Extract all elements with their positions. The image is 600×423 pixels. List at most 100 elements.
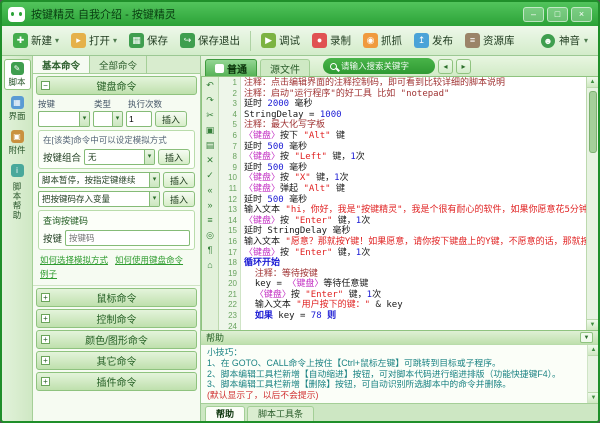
code-line[interactable]: 循环开始 xyxy=(244,258,586,269)
repeat-count-input[interactable] xyxy=(126,111,152,127)
scroll-up-icon[interactable]: ▲ xyxy=(587,77,599,88)
sidebar-item-attachment[interactable]: ▣ 附件 xyxy=(4,127,31,158)
tab-help[interactable]: 帮助 xyxy=(205,406,245,421)
indent-icon[interactable]: » xyxy=(203,198,217,212)
code-line[interactable]: 注释：点击编辑界面的注释控制码，即可看到比较详细的脚本说明 xyxy=(244,78,586,89)
tab-basic-commands[interactable]: 基本命令 xyxy=(33,56,90,73)
home-icon[interactable]: ⌂ xyxy=(203,258,217,272)
key-combo-value: 无 xyxy=(88,151,97,163)
record-button[interactable]: ● 录制 xyxy=(307,30,356,51)
code-line[interactable]: 延时 StringDelay 毫秒 xyxy=(244,226,586,237)
redo-icon[interactable]: ↷ xyxy=(203,93,217,107)
minimize-button[interactable]: – xyxy=(523,7,544,22)
copy-icon[interactable]: ▣ xyxy=(203,123,217,137)
scrollbar-thumb[interactable] xyxy=(589,91,597,153)
debug-button[interactable]: ▶ 调试 xyxy=(256,30,305,51)
outdent-icon[interactable]: « xyxy=(203,183,217,197)
delete-icon[interactable]: ✕ xyxy=(203,153,217,167)
section-color-commands[interactable]: + 颜色/图形命令 xyxy=(36,330,197,349)
tab-all-commands[interactable]: 全部命令 xyxy=(90,56,147,73)
store-keycode-select[interactable]: 把按键码存入变量 ▾ xyxy=(38,191,160,207)
find-icon[interactable]: ◎ xyxy=(203,228,217,242)
link-choose-simulation[interactable]: 如何选择模拟方式 xyxy=(40,254,108,266)
code-line[interactable]: key = 〈键盘〉等待任意键 xyxy=(244,279,586,290)
tab-normal-view[interactable]: 普通 xyxy=(205,59,257,76)
user-account-button[interactable]: ☻ 神音 ▾ xyxy=(537,31,592,50)
undo-icon[interactable]: ↶ xyxy=(203,78,217,92)
find-prev-button[interactable]: ◂ xyxy=(438,59,453,74)
expand-icon[interactable]: + xyxy=(41,377,50,386)
collapse-help-button[interactable]: ▼ xyxy=(580,332,593,343)
code-line[interactable]: 延时 500 毫秒 xyxy=(244,142,586,153)
new-button[interactable]: ✚ 新建 ▾ xyxy=(8,30,64,51)
tab-script-toolbar[interactable]: 脚本工具条 xyxy=(247,406,314,421)
insert-keypress-button[interactable]: 插入 xyxy=(155,111,187,127)
sidebar-item-script-help[interactable]: i 脚本帮助 xyxy=(4,161,31,224)
expand-icon[interactable]: + xyxy=(41,335,50,344)
sidebar-item-script[interactable]: ✎ 脚本 xyxy=(4,59,31,90)
find-next-button[interactable]: ▸ xyxy=(456,59,471,74)
publish-button[interactable]: ↥ 发布 xyxy=(409,30,458,51)
key-combo-select[interactable]: 无 ▾ xyxy=(84,149,155,165)
link-keyboard-help[interactable]: 如何使用键盘命令 xyxy=(115,254,183,266)
code-line[interactable]: 注释：等待按键 xyxy=(244,269,586,280)
capture-button[interactable]: ◉ 抓抓 xyxy=(358,30,407,51)
key-type-select[interactable]: ▾ xyxy=(93,111,123,127)
expand-icon[interactable]: + xyxy=(41,314,50,323)
tab-source-view[interactable]: 源文件 xyxy=(260,59,310,76)
check-syntax-icon[interactable]: ✓ xyxy=(203,168,217,182)
code-editor[interactable]: ↶↷✂▣▤✕✓«»≡◎¶⌂ 12345678910111213141516171… xyxy=(201,77,598,330)
code-line[interactable]: StringDelay = 1000 xyxy=(244,110,586,121)
maximize-button[interactable]: □ xyxy=(547,7,568,22)
close-button[interactable]: × xyxy=(571,7,592,22)
collapse-icon[interactable]: − xyxy=(41,81,50,90)
code-line[interactable]: 〈键盘〉按下 "Alt" 键 xyxy=(244,131,586,142)
section-plugin-commands[interactable]: + 插件命令 xyxy=(36,372,197,391)
list-icon[interactable]: ≡ xyxy=(203,213,217,227)
keycode-input[interactable] xyxy=(65,230,190,246)
insert-pause-button[interactable]: 插入 xyxy=(163,172,195,188)
expand-icon[interactable]: + xyxy=(41,356,50,365)
code-line[interactable]: 〈键盘〉按 "Enter" 键，1次 xyxy=(244,216,586,227)
open-button[interactable]: ▸ 打开 ▾ xyxy=(66,30,122,51)
insert-combo-button[interactable]: 插入 xyxy=(158,149,190,165)
insert-store-button[interactable]: 插入 xyxy=(163,191,195,207)
code-line[interactable]: 如果 key = 78 则 xyxy=(244,311,586,322)
code-line[interactable]: 输入文本 "hi，你好，我是"按键精灵"，我是个很有耐心的软件，如果你愿意花5分… xyxy=(244,205,586,216)
code-line[interactable]: 输入文本 "愿意？那就按Y键！如果愿意，请你按下键盘上的Y键，不愿意的话，那就按… xyxy=(244,237,586,248)
scroll-up-icon[interactable]: ▲ xyxy=(588,345,599,356)
section-mouse-commands[interactable]: + 鼠标命令 xyxy=(36,288,197,307)
section-keyboard-commands[interactable]: − 键盘命令 xyxy=(36,76,197,95)
search-input[interactable] xyxy=(341,61,428,71)
code-line[interactable]: 延时 2000 毫秒 xyxy=(244,99,586,110)
code-line[interactable]: 延时 500 毫秒 xyxy=(244,195,586,206)
scroll-down-icon[interactable]: ▼ xyxy=(588,392,599,403)
link-example[interactable]: 例子 xyxy=(40,268,57,280)
code-line[interactable]: 延时 500 毫秒 xyxy=(244,163,586,174)
library-button[interactable]: ≡ 资源库 xyxy=(460,30,520,51)
section-other-commands[interactable]: + 其它命令 xyxy=(36,351,197,370)
scroll-down-icon[interactable]: ▼ xyxy=(587,319,599,330)
save-exit-button[interactable]: ↪ 保存退出 xyxy=(175,30,245,51)
paste-icon[interactable]: ▤ xyxy=(203,138,217,152)
code-line[interactable]: 注释：最大化写字板 xyxy=(244,120,586,131)
code-line[interactable]: 〈键盘〉按 "Enter" 键，1次 xyxy=(244,290,586,301)
cut-icon[interactable]: ✂ xyxy=(203,108,217,122)
code-line[interactable]: 注释：启动"运行程序"的好工具 比如 "notepad" xyxy=(244,89,586,100)
help-scrollbar[interactable]: ▲ ▼ xyxy=(587,345,598,403)
sidebar-item-interface[interactable]: ▦ 界面 xyxy=(4,93,31,124)
expand-icon[interactable]: + xyxy=(41,293,50,302)
code-line[interactable]: 〈键盘〉按 "Enter" 键，1次 xyxy=(244,248,586,259)
code-line[interactable] xyxy=(244,322,586,330)
save-button[interactable]: ▦ 保存 xyxy=(124,30,173,51)
code-line[interactable]: 〈键盘〉按 "Left" 键，1次 xyxy=(244,152,586,163)
code-line[interactable]: 输入文本 "用户按下的键：" & key xyxy=(244,300,586,311)
code-line[interactable]: 〈键盘〉弹起 "Alt" 键 xyxy=(244,184,586,195)
comment-icon[interactable]: ¶ xyxy=(203,243,217,257)
pause-command-select[interactable]: 脚本暂停，按指定键继续 ▾ xyxy=(38,172,160,188)
code-area[interactable]: 注释：点击编辑界面的注释控制码，即可看到比较详细的脚本说明注释：启动"运行程序"… xyxy=(241,77,586,330)
code-line[interactable]: 〈键盘〉按 "X" 键，1次 xyxy=(244,173,586,184)
section-control-commands[interactable]: + 控制命令 xyxy=(36,309,197,328)
editor-scrollbar[interactable]: ▲ ▼ xyxy=(586,77,598,330)
key-select[interactable]: ▾ xyxy=(38,111,90,127)
